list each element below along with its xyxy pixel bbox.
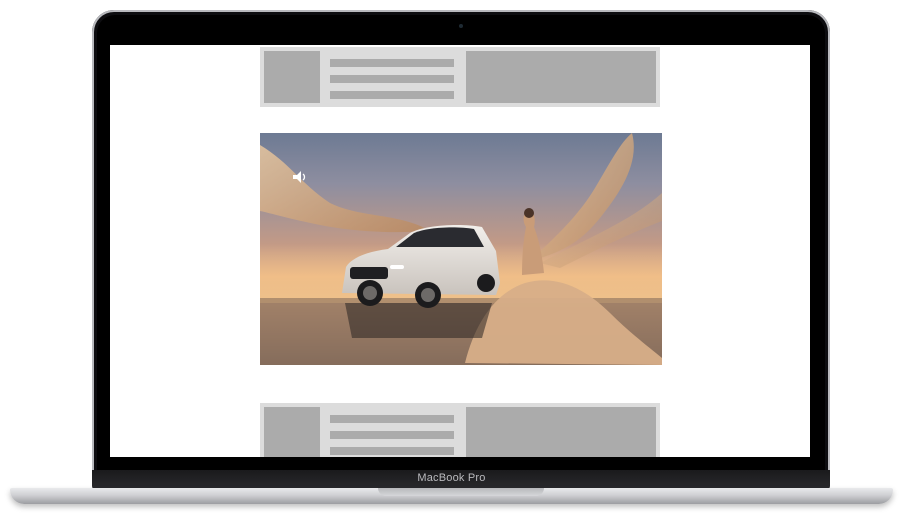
laptop-screen [110,45,810,457]
ad-content-placeholder [466,407,656,457]
hero-video[interactable] [260,133,662,365]
ad-text-line [330,75,454,83]
camera-icon [459,24,463,28]
ad-placeholder-bottom[interactable] [260,403,660,457]
laptop-mockup: MacBook Pro [0,0,903,513]
ad-content-placeholder [466,51,656,103]
device-label: MacBook Pro [417,472,486,484]
ad-text-line [330,415,454,423]
ad-image-placeholder [264,407,320,457]
speaker-icon[interactable] [290,167,310,187]
ad-image-placeholder [264,51,320,103]
laptop-notch [378,488,544,496]
hero-scene [260,133,662,365]
ad-text-line [330,447,454,455]
ad-placeholder-top[interactable] [260,47,660,107]
ad-text-line [330,431,454,439]
ad-text-line [330,91,454,99]
ad-text-line [330,59,454,67]
